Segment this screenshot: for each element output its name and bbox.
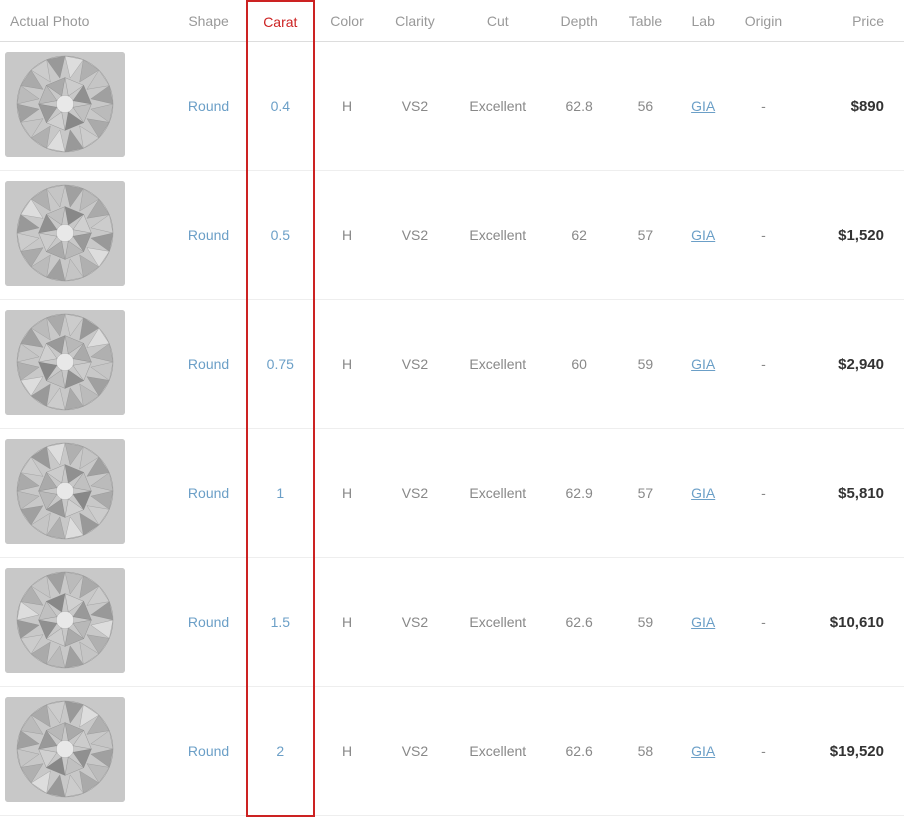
table-value-cell: 57 — [614, 171, 678, 300]
shape-cell: Round — [172, 300, 247, 429]
clarity-cell: VS2 — [379, 687, 451, 816]
shape-cell: Round — [172, 687, 247, 816]
table-value-cell: 57 — [614, 429, 678, 558]
origin-cell: - — [729, 429, 798, 558]
origin-cell: - — [729, 687, 798, 816]
table-value-cell: 58 — [614, 687, 678, 816]
cut-cell: Excellent — [451, 42, 545, 171]
carat-cell: 0.5 — [247, 171, 314, 300]
origin-cell: - — [729, 300, 798, 429]
clarity-cell: VS2 — [379, 429, 451, 558]
table-row: Round0.5HVS2Excellent6257 GIA-$1,520 — [0, 171, 904, 300]
photo-cell — [0, 300, 172, 429]
diamond-table-container: Actual Photo Shape Carat Color Clarity C… — [0, 0, 904, 817]
price-cell: $2,940 — [798, 300, 904, 429]
col-header-color: Color — [314, 1, 379, 42]
lab-cell[interactable]: GIA — [677, 687, 729, 816]
col-header-table: Table — [614, 1, 678, 42]
table-row: Round0.4HVS2Excellent62.856 GIA-$890 — [0, 42, 904, 171]
shape-cell: Round — [172, 171, 247, 300]
col-header-shape: Shape — [172, 1, 247, 42]
carat-cell: 1 — [247, 429, 314, 558]
shape-cell: Round — [172, 42, 247, 171]
price-cell: $890 — [798, 42, 904, 171]
photo-cell — [0, 558, 172, 687]
lab-link[interactable]: GIA — [691, 356, 715, 372]
diamond-image — [5, 52, 125, 157]
clarity-cell: VS2 — [379, 558, 451, 687]
diamond-image — [5, 568, 125, 673]
depth-cell: 62.6 — [545, 558, 614, 687]
lab-cell[interactable]: GIA — [677, 171, 729, 300]
col-header-depth: Depth — [545, 1, 614, 42]
col-header-price: Price — [798, 1, 904, 42]
table-value-cell: 59 — [614, 300, 678, 429]
cut-cell: Excellent — [451, 300, 545, 429]
carat-cell: 0.4 — [247, 42, 314, 171]
origin-cell: - — [729, 42, 798, 171]
color-cell: H — [314, 429, 379, 558]
depth-cell: 62.8 — [545, 42, 614, 171]
cut-cell: Excellent — [451, 687, 545, 816]
shape-cell: Round — [172, 558, 247, 687]
cut-cell: Excellent — [451, 171, 545, 300]
col-header-origin: Origin — [729, 1, 798, 42]
diamond-image — [5, 181, 125, 286]
lab-cell[interactable]: GIA — [677, 300, 729, 429]
col-header-lab: Lab — [677, 1, 729, 42]
carat-cell: 0.75 — [247, 300, 314, 429]
carat-cell: 2 — [247, 687, 314, 816]
diamond-image — [5, 439, 125, 544]
price-cell: $10,610 — [798, 558, 904, 687]
col-header-carat: Carat — [247, 1, 314, 42]
color-cell: H — [314, 42, 379, 171]
price-cell: $1,520 — [798, 171, 904, 300]
lab-cell[interactable]: GIA — [677, 558, 729, 687]
cut-cell: Excellent — [451, 558, 545, 687]
price-cell: $19,520 — [798, 687, 904, 816]
lab-link[interactable]: GIA — [691, 743, 715, 759]
diamond-image — [5, 310, 125, 415]
col-header-photo: Actual Photo — [0, 1, 172, 42]
color-cell: H — [314, 687, 379, 816]
diamond-image — [5, 697, 125, 802]
table-row: Round2HVS2Excellent62.658 GIA-$19,520 — [0, 687, 904, 816]
clarity-cell: VS2 — [379, 42, 451, 171]
diamond-table: Actual Photo Shape Carat Color Clarity C… — [0, 0, 904, 817]
table-value-cell: 59 — [614, 558, 678, 687]
table-value-cell: 56 — [614, 42, 678, 171]
color-cell: H — [314, 558, 379, 687]
clarity-cell: VS2 — [379, 300, 451, 429]
table-row: Round0.75HVS2Excellent6059 GIA-$2,940 — [0, 300, 904, 429]
depth-cell: 62.9 — [545, 429, 614, 558]
shape-cell: Round — [172, 429, 247, 558]
table-header-row: Actual Photo Shape Carat Color Clarity C… — [0, 1, 904, 42]
color-cell: H — [314, 171, 379, 300]
col-header-cut: Cut — [451, 1, 545, 42]
photo-cell — [0, 687, 172, 816]
carat-cell: 1.5 — [247, 558, 314, 687]
cut-cell: Excellent — [451, 429, 545, 558]
table-row: Round1.5HVS2Excellent62.659 GIA-$10,610 — [0, 558, 904, 687]
lab-cell[interactable]: GIA — [677, 429, 729, 558]
price-cell: $5,810 — [798, 429, 904, 558]
depth-cell: 60 — [545, 300, 614, 429]
lab-link[interactable]: GIA — [691, 227, 715, 243]
lab-link[interactable]: GIA — [691, 98, 715, 114]
lab-cell[interactable]: GIA — [677, 42, 729, 171]
depth-cell: 62 — [545, 171, 614, 300]
table-row: Round1HVS2Excellent62.957 GIA-$5,810 — [0, 429, 904, 558]
photo-cell — [0, 42, 172, 171]
depth-cell: 62.6 — [545, 687, 614, 816]
photo-cell — [0, 171, 172, 300]
lab-link[interactable]: GIA — [691, 485, 715, 501]
origin-cell: - — [729, 171, 798, 300]
color-cell: H — [314, 300, 379, 429]
lab-link[interactable]: GIA — [691, 614, 715, 630]
col-header-clarity: Clarity — [379, 1, 451, 42]
photo-cell — [0, 429, 172, 558]
origin-cell: - — [729, 558, 798, 687]
clarity-cell: VS2 — [379, 171, 451, 300]
